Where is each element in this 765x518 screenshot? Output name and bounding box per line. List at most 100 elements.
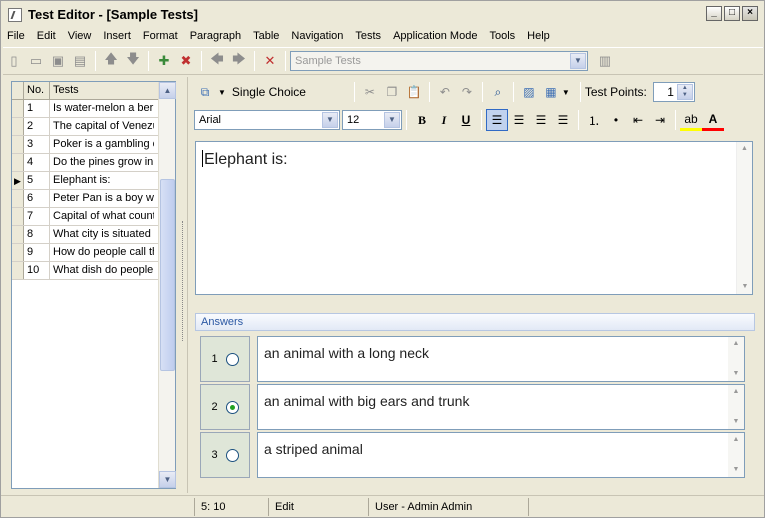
chevron-down-icon[interactable]: ▼ xyxy=(218,88,226,97)
minimize-button[interactable]: _ xyxy=(706,6,722,21)
save-all-icon[interactable]: ▤ xyxy=(69,50,91,72)
table-row[interactable]: 6 Peter Pan is a boy wh xyxy=(12,190,175,208)
scroll-up-icon[interactable]: ▲ xyxy=(728,337,744,351)
undo-icon[interactable]: ↶ xyxy=(434,81,456,103)
decrease-indent-icon[interactable]: ⇤ xyxy=(627,109,649,131)
column-header-no[interactable]: No. xyxy=(24,82,50,99)
scroll-down-icon[interactable]: ▼ xyxy=(737,280,753,294)
remove-icon[interactable]: ✕ xyxy=(259,50,281,72)
menu-view[interactable]: View xyxy=(62,30,98,42)
table-row[interactable]: 10 What dish do people p xyxy=(12,262,175,280)
scroll-down-icon[interactable]: ▼ xyxy=(728,463,744,477)
align-right-icon[interactable]: ☰ xyxy=(530,109,552,131)
menu-tests[interactable]: Tests xyxy=(349,30,387,42)
increase-indent-icon[interactable]: ⇥ xyxy=(649,109,671,131)
scroll-up-icon[interactable]: ▲ xyxy=(728,433,744,447)
menu-application-mode[interactable]: Application Mode xyxy=(387,30,483,42)
table-row[interactable]: 2 The capital of Venezu xyxy=(12,118,175,136)
font-name-select[interactable]: Arial ▼ xyxy=(194,110,340,130)
chevron-down-icon[interactable]: ▼ xyxy=(570,53,586,69)
copy-icon[interactable]: ❐ xyxy=(381,81,403,103)
highlight-color-icon[interactable]: ab xyxy=(680,109,702,131)
table-row[interactable]: 7 Capital of what countr xyxy=(12,208,175,226)
move-up-icon[interactable]: 🡅 xyxy=(100,50,122,72)
menu-paragraph[interactable]: Paragraph xyxy=(184,30,247,42)
align-center-icon[interactable]: ☰ xyxy=(508,109,530,131)
current-row-indicator-icon: ▶ xyxy=(12,172,24,189)
menu-format[interactable]: Format xyxy=(137,30,184,42)
menu-table[interactable]: Table xyxy=(247,30,285,42)
question-editor[interactable]: Elephant is: ▲ ▼ xyxy=(195,141,753,295)
test-set-select[interactable]: Sample Tests ▼ xyxy=(290,51,588,71)
answer-option-cell[interactable]: 2 xyxy=(200,384,250,430)
answer-radio[interactable] xyxy=(225,352,239,366)
save-icon[interactable]: ▣ xyxy=(47,50,69,72)
add-test-icon[interactable]: ✚ xyxy=(153,50,175,72)
font-color-icon[interactable]: A xyxy=(702,109,724,131)
justify-icon[interactable]: ☰ xyxy=(552,109,574,131)
cut-icon[interactable]: ✂ xyxy=(359,81,381,103)
table-row[interactable]: 3 Poker is a gambling ca xyxy=(12,136,175,154)
menu-tools[interactable]: Tools xyxy=(483,30,521,42)
bullet-list-icon[interactable]: • xyxy=(605,109,627,131)
answer-option-cell[interactable]: 1 xyxy=(200,336,250,382)
menu-file[interactable]: File xyxy=(1,30,31,42)
scroll-down-icon[interactable]: ▼ xyxy=(728,367,744,381)
menu-navigation[interactable]: Navigation xyxy=(285,30,349,42)
test-set-select-value: Sample Tests xyxy=(295,55,361,67)
maximize-button[interactable]: □ xyxy=(724,6,740,21)
delete-test-icon[interactable]: ✖ xyxy=(175,50,197,72)
numbered-list-icon[interactable]: ⒈ xyxy=(583,109,605,131)
title-bar: Test Editor - [Sample Tests] _ □ × xyxy=(1,1,764,28)
table-row[interactable]: 4 Do the pines grow in A xyxy=(12,154,175,172)
scroll-thumb[interactable] xyxy=(160,179,175,371)
table-row[interactable]: 9 How do people call th xyxy=(12,244,175,262)
table-row[interactable]: 1 Is water-melon a berry xyxy=(12,100,175,118)
spinner-icon[interactable]: ▲ ▼ xyxy=(676,84,693,100)
move-down-icon[interactable]: 🡇 xyxy=(122,50,144,72)
answer-text-box[interactable]: a striped animal ▲ ▼ xyxy=(257,432,745,478)
answer-radio[interactable] xyxy=(225,448,239,462)
scroll-up-icon[interactable]: ▲ xyxy=(159,82,176,99)
underline-icon[interactable]: U xyxy=(455,109,477,131)
question-type-icon[interactable]: ⧉ xyxy=(194,81,216,103)
answer-radio-selected[interactable] xyxy=(225,400,239,414)
answer-text-box[interactable]: an animal with big ears and trunk ▲ ▼ xyxy=(257,384,745,430)
grid-body: 1 Is water-melon a berry 2 The capital of … xyxy=(12,100,175,280)
paste-icon[interactable]: 📋 xyxy=(403,81,425,103)
back-icon[interactable]: 🡄 xyxy=(206,50,228,72)
test-points-spinner[interactable]: 1 ▲ ▼ xyxy=(652,82,695,102)
chevron-down-icon[interactable]: ▼ xyxy=(322,112,338,128)
question-type-label[interactable]: Single Choice xyxy=(232,85,350,99)
answer-text-box[interactable]: an animal with a long neck ▲ ▼ xyxy=(257,336,745,382)
scroll-down-icon[interactable]: ▼ xyxy=(728,415,744,429)
menu-help[interactable]: Help xyxy=(521,30,556,42)
forward-icon[interactable]: 🡆 xyxy=(228,50,250,72)
close-button[interactable]: × xyxy=(742,6,758,21)
new-file-icon[interactable]: ▯ xyxy=(3,50,25,72)
menu-edit[interactable]: Edit xyxy=(31,30,62,42)
chevron-down-icon[interactable]: ▼ xyxy=(384,112,400,128)
answer-option-cell[interactable]: 3 xyxy=(200,432,250,478)
scroll-down-icon[interactable]: ▼ xyxy=(159,471,176,488)
italic-icon[interactable]: I xyxy=(433,109,455,131)
find-icon[interactable]: ⌕ xyxy=(487,81,509,103)
bold-icon[interactable]: B xyxy=(411,109,433,131)
open-file-icon[interactable]: ▭ xyxy=(25,50,47,72)
menu-bar: File Edit View Insert Format Paragraph T… xyxy=(1,27,764,45)
table-row-current[interactable]: ▶ 5 Elephant is: xyxy=(12,172,175,190)
chevron-down-icon[interactable]: ▼ xyxy=(562,88,570,97)
answers-header: Answers xyxy=(195,313,755,331)
insert-table-icon[interactable]: ▦ xyxy=(540,81,562,103)
redo-icon[interactable]: ↷ xyxy=(456,81,478,103)
scroll-up-icon[interactable]: ▲ xyxy=(737,142,752,156)
table-row[interactable]: 8 What city is situated ir xyxy=(12,226,175,244)
align-left-icon[interactable]: ☰ xyxy=(486,109,508,131)
test-list-scrollbar[interactable]: ▲ ▼ xyxy=(158,82,176,488)
menu-insert[interactable]: Insert xyxy=(97,30,137,42)
font-size-select[interactable]: 12 ▼ xyxy=(342,110,402,130)
insert-image-icon[interactable]: ▨ xyxy=(518,81,540,103)
column-header-tests[interactable]: Tests xyxy=(50,82,160,99)
book-icon[interactable]: ▥ xyxy=(594,50,616,72)
scroll-up-icon[interactable]: ▲ xyxy=(728,385,744,399)
